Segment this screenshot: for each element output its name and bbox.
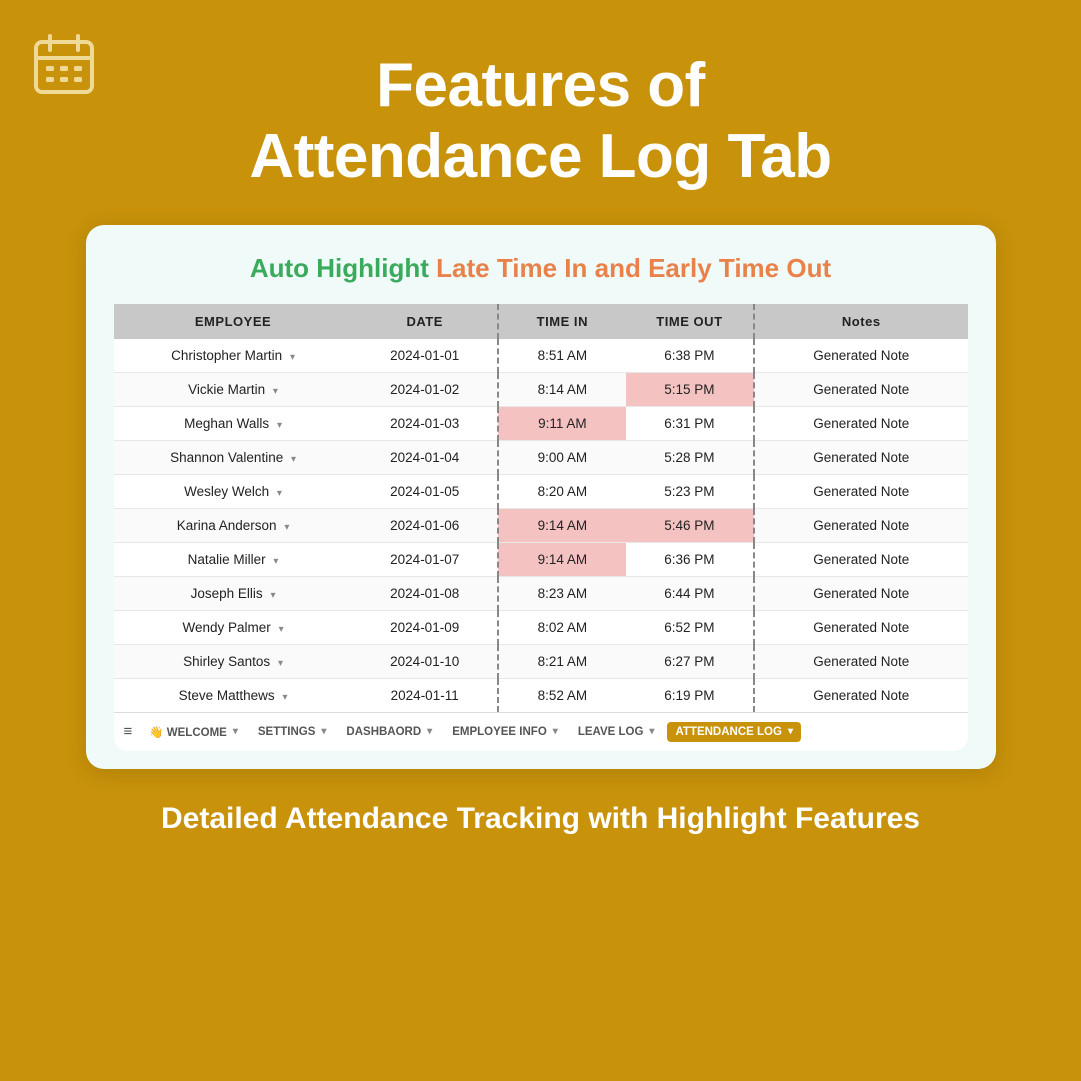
cell-employee: Wendy Palmer ▾ <box>114 610 353 644</box>
cell-employee: Shannon Valentine ▾ <box>114 440 353 474</box>
cell-note: Generated Note <box>754 406 968 440</box>
cell-timeout: 5:28 PM <box>626 440 754 474</box>
cell-timein: 8:51 AM <box>498 339 626 373</box>
cell-employee: Shirley Santos ▾ <box>114 644 353 678</box>
cell-timeout: 6:31 PM <box>626 406 754 440</box>
cell-employee: Steve Matthews ▾ <box>114 678 353 712</box>
calendar-icon <box>28 28 100 105</box>
cell-timeout: 6:44 PM <box>626 576 754 610</box>
nav-leave-log[interactable]: LEAVE LOG ▾ <box>571 722 662 742</box>
cell-employee: Vickie Martin ▾ <box>114 372 353 406</box>
cell-timein: 9:00 AM <box>498 440 626 474</box>
cell-employee: Christopher Martin ▾ <box>114 339 353 373</box>
card-subtitle: Auto Highlight Late Time In and Early Ti… <box>114 253 968 284</box>
cell-note: Generated Note <box>754 542 968 576</box>
col-header-employee: EMPLOYEE <box>114 304 353 339</box>
cell-note: Generated Note <box>754 610 968 644</box>
footer-subtitle: Detailed Attendance Tracking with Highli… <box>81 799 1000 838</box>
cell-date: 2024-01-02 <box>353 372 498 406</box>
cell-timein: 9:14 AM <box>498 508 626 542</box>
cell-timeout: 6:38 PM <box>626 339 754 373</box>
cell-date: 2024-01-05 <box>353 474 498 508</box>
cell-employee: Meghan Walls ▾ <box>114 406 353 440</box>
cell-timeout: 5:15 PM <box>626 372 754 406</box>
cell-note: Generated Note <box>754 644 968 678</box>
table-row: Steve Matthews ▾2024-01-118:52 AM6:19 PM… <box>114 678 968 712</box>
cell-timein: 8:02 AM <box>498 610 626 644</box>
cell-note: Generated Note <box>754 678 968 712</box>
table-row: Joseph Ellis ▾2024-01-088:23 AM6:44 PMGe… <box>114 576 968 610</box>
col-header-date: DATE <box>353 304 498 339</box>
cell-timeout: 6:19 PM <box>626 678 754 712</box>
nav-employee-info[interactable]: EMPLOYEE INFO ▾ <box>445 722 565 742</box>
table-row: Wesley Welch ▾2024-01-058:20 AM5:23 PMGe… <box>114 474 968 508</box>
cell-timein: 8:14 AM <box>498 372 626 406</box>
cell-timein: 9:14 AM <box>498 542 626 576</box>
cell-employee: Wesley Welch ▾ <box>114 474 353 508</box>
table-row: Meghan Walls ▾2024-01-039:11 AM6:31 PMGe… <box>114 406 968 440</box>
cell-timein: 8:52 AM <box>498 678 626 712</box>
cell-date: 2024-01-11 <box>353 678 498 712</box>
cell-date: 2024-01-06 <box>353 508 498 542</box>
nav-welcome[interactable]: 👋 WELCOME ▾ <box>142 721 245 743</box>
hamburger-icon[interactable]: ≡ <box>124 723 133 740</box>
cell-timeout: 6:52 PM <box>626 610 754 644</box>
table-row: Karina Anderson ▾2024-01-069:14 AM5:46 P… <box>114 508 968 542</box>
cell-note: Generated Note <box>754 440 968 474</box>
table-row: Natalie Miller ▾2024-01-079:14 AM6:36 PM… <box>114 542 968 576</box>
nav-attendance-log[interactable]: ATTENDANCE LOG ▾ <box>667 722 801 742</box>
cell-date: 2024-01-03 <box>353 406 498 440</box>
table-row: Wendy Palmer ▾2024-01-098:02 AM6:52 PMGe… <box>114 610 968 644</box>
table-row: Christopher Martin ▾2024-01-018:51 AM6:3… <box>114 339 968 373</box>
cell-note: Generated Note <box>754 576 968 610</box>
cell-timein: 8:21 AM <box>498 644 626 678</box>
attendance-table: EMPLOYEE DATE TIME IN TIME OUT Notes Chr… <box>114 304 968 712</box>
cell-note: Generated Note <box>754 474 968 508</box>
cell-note: Generated Note <box>754 339 968 373</box>
nav-dashboard[interactable]: DASHBAORD ▾ <box>339 722 439 742</box>
table-row: Shirley Santos ▾2024-01-108:21 AM6:27 PM… <box>114 644 968 678</box>
cell-timeout: 6:36 PM <box>626 542 754 576</box>
cell-date: 2024-01-04 <box>353 440 498 474</box>
cell-timein: 8:20 AM <box>498 474 626 508</box>
table-row: Shannon Valentine ▾2024-01-049:00 AM5:28… <box>114 440 968 474</box>
cell-date: 2024-01-08 <box>353 576 498 610</box>
nav-settings[interactable]: SETTINGS ▾ <box>251 722 334 742</box>
cell-note: Generated Note <box>754 372 968 406</box>
attendance-card: Auto Highlight Late Time In and Early Ti… <box>86 225 996 769</box>
cell-timein: 8:23 AM <box>498 576 626 610</box>
col-header-timein: TIME IN <box>498 304 626 339</box>
cell-employee: Karina Anderson ▾ <box>114 508 353 542</box>
col-header-notes: Notes <box>754 304 968 339</box>
page-title: Features of Attendance Log Tab <box>189 50 891 193</box>
cell-date: 2024-01-10 <box>353 644 498 678</box>
cell-employee: Natalie Miller ▾ <box>114 542 353 576</box>
nav-bar: ≡ 👋 WELCOME ▾ SETTINGS ▾ DASHBAORD ▾ EMP… <box>114 712 968 751</box>
cell-timeout: 5:46 PM <box>626 508 754 542</box>
cell-timeout: 6:27 PM <box>626 644 754 678</box>
cell-timeout: 5:23 PM <box>626 474 754 508</box>
cell-date: 2024-01-07 <box>353 542 498 576</box>
cell-timein: 9:11 AM <box>498 406 626 440</box>
cell-note: Generated Note <box>754 508 968 542</box>
table-row: Vickie Martin ▾2024-01-028:14 AM5:15 PMG… <box>114 372 968 406</box>
cell-date: 2024-01-09 <box>353 610 498 644</box>
col-header-timeout: TIME OUT <box>626 304 754 339</box>
cell-date: 2024-01-01 <box>353 339 498 373</box>
cell-employee: Joseph Ellis ▾ <box>114 576 353 610</box>
